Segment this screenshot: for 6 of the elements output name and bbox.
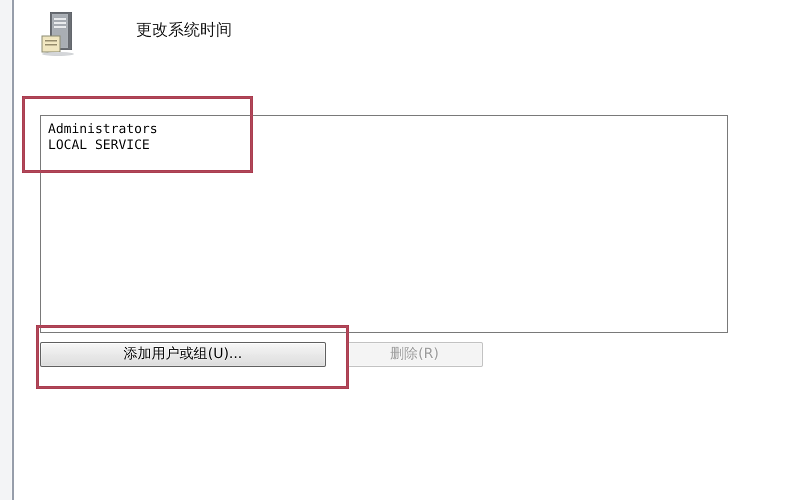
list-item[interactable]: Administrators	[47, 122, 159, 138]
user-list[interactable]: Administrators LOCAL SERVICE	[40, 115, 728, 333]
list-item[interactable]: LOCAL SERVICE	[47, 138, 151, 154]
server-icon	[40, 10, 76, 56]
add-user-button[interactable]: 添加用户或组(U)...	[40, 342, 326, 367]
policy-title: 更改系统时间	[136, 19, 232, 41]
